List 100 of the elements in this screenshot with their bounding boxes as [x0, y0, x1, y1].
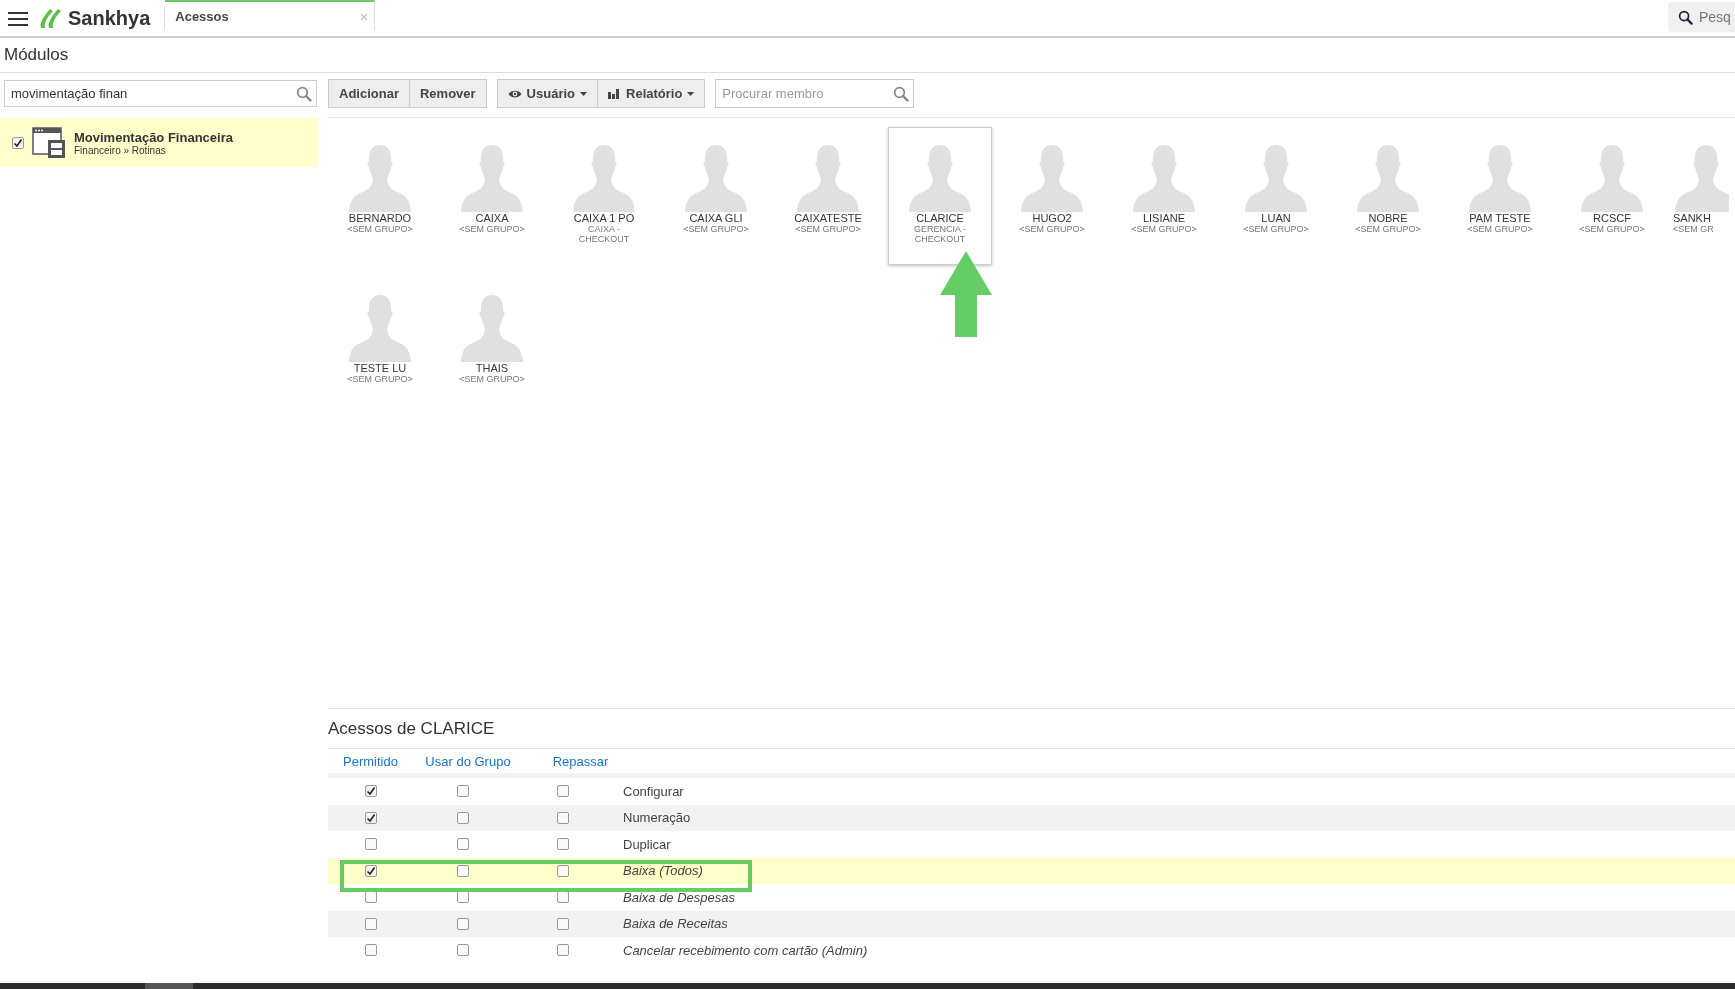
member-card[interactable]: SANKH <SEM GR	[1672, 127, 1732, 265]
avatar-icon	[347, 292, 413, 362]
checkbox[interactable]	[364, 864, 377, 877]
avatar-icon	[683, 142, 749, 212]
checkbox[interactable]	[457, 838, 469, 851]
member-search-field[interactable]: Procurar membro	[715, 79, 915, 108]
member-name: BERNARDO	[348, 212, 412, 224]
member-name: HUGO2	[1032, 212, 1072, 224]
checkbox[interactable]	[457, 917, 469, 930]
member-card[interactable]: HUGO2 <SEM GRUPO>	[1000, 127, 1104, 265]
member-card[interactable]: LISIANE <SEM GRUPO>	[1112, 127, 1216, 265]
member-name: LISIANE	[1142, 212, 1186, 224]
toolbar-button[interactable]: Adicionar	[328, 79, 410, 108]
avatar-icon	[907, 142, 973, 212]
search-icon	[893, 85, 910, 102]
member-card[interactable]: RCSCF <SEM GRUPO>	[1560, 127, 1664, 265]
member-card[interactable]: CAIXA GLI <SEM GRUPO>	[664, 127, 768, 265]
search-icon	[296, 85, 312, 102]
member-group: <SEM GRUPO>	[459, 224, 525, 234]
column-header[interactable]: Repassar	[523, 753, 638, 769]
checkbox[interactable]	[557, 917, 569, 930]
checkbox[interactable]	[557, 864, 569, 877]
checkbox[interactable]	[12, 136, 24, 149]
access-label: Cancelar recebimento com cartão (Admin)	[622, 942, 869, 958]
search-field[interactable]: Pesq	[1668, 2, 1735, 32]
member-group: GERENCIA - CHECKOUT	[898, 224, 982, 244]
member-name: RCSCF	[1593, 212, 1631, 224]
checkbox[interactable]	[457, 811, 469, 824]
member-card[interactable]: THAIS <SEM GRUPO>	[440, 277, 544, 415]
checkbox[interactable]	[557, 811, 569, 824]
member-name: CAIXATESTE	[794, 212, 862, 224]
access-label: Baixa de Despesas	[622, 889, 736, 905]
avatar-icon	[1243, 142, 1309, 212]
avatar-icon	[459, 292, 525, 362]
column-header[interactable]: Usar do Grupo	[413, 753, 523, 769]
member-group: CAIXA - CHECKOUT	[562, 224, 646, 244]
member-card[interactable]: BERNARDO <SEM GRUPO>	[328, 127, 432, 265]
dropdown-button[interactable]: Relatório	[598, 79, 706, 108]
module-name: Movimentação Financeira	[74, 129, 233, 145]
module-item[interactable]: Movimentação Financeira Financeiro » Rotinas	[0, 118, 318, 167]
access-row[interactable]: Baixa de Receitas	[328, 910, 1735, 937]
member-group: <SEM GRUPO>	[1019, 224, 1085, 234]
caret-icon	[580, 91, 587, 96]
member-card[interactable]: CLARICE GERENCIA - CHECKOUT	[888, 127, 992, 265]
access-label: Baixa de Receitas	[622, 916, 729, 932]
member-name: LUAN	[1261, 212, 1291, 224]
checkbox[interactable]	[364, 838, 377, 851]
access-label: Numeração	[622, 810, 692, 826]
member-group: <SEM GRUPO>	[1243, 224, 1309, 234]
search-icon	[1678, 8, 1693, 26]
column-header[interactable]: Permitido	[328, 753, 413, 769]
checkbox[interactable]	[364, 811, 377, 824]
member-card[interactable]: LUAN <SEM GRUPO>	[1224, 127, 1328, 265]
checkbox[interactable]	[457, 864, 469, 877]
module-search-field[interactable]: movimentação finan	[4, 80, 317, 107]
toolbar-button[interactable]: Remover	[409, 79, 487, 108]
member-group: <SEM GRUPO>	[683, 224, 749, 234]
member-name: CAIXA 1 PO	[573, 212, 635, 224]
logo-icon	[38, 6, 64, 30]
avatar-icon	[1355, 142, 1421, 212]
member-group: <SEM GRUPO>	[347, 374, 413, 384]
caret-icon	[687, 91, 695, 96]
dropdown-button[interactable]: Usuário	[496, 79, 598, 108]
avatar-icon	[1467, 142, 1533, 212]
access-row[interactable]: Numeração	[328, 804, 1735, 831]
avatar-icon	[459, 142, 525, 212]
member-group: <SEM GRUPO>	[347, 224, 413, 234]
checkbox[interactable]	[557, 838, 569, 851]
checkbox[interactable]	[557, 785, 569, 798]
tab[interactable]: Acessos ×	[165, 0, 376, 30]
member-card[interactable]: TESTE LU <SEM GRUPO>	[328, 277, 432, 415]
member-name: NOBRE	[1368, 212, 1408, 224]
avatar-icon	[1673, 142, 1729, 212]
member-name: TESTE LU	[353, 362, 407, 374]
checkbox[interactable]	[364, 785, 377, 798]
checkbox[interactable]	[557, 944, 569, 957]
member-card[interactable]: NOBRE <SEM GRUPO>	[1336, 127, 1440, 265]
search-field[interactable]: Pesq	[1699, 9, 1735, 25]
checkbox[interactable]	[457, 944, 469, 957]
avatar-icon	[1579, 142, 1645, 212]
member-card[interactable]: PAM TESTE <SEM GRUPO>	[1448, 127, 1552, 265]
member-group: <SEM GRUPO>	[795, 224, 861, 234]
avatar-icon	[1019, 142, 1085, 212]
member-name: THAIS	[475, 362, 509, 374]
member-card[interactable]: CAIXATESTE <SEM GRUPO>	[776, 127, 880, 265]
checkbox[interactable]	[364, 944, 377, 957]
avatar-icon	[571, 142, 637, 212]
member-card[interactable]: CAIXA 1 PO CAIXA - CHECKOUT	[552, 127, 656, 265]
logo-text: Sankhya	[68, 6, 151, 30]
access-label: Baixa (Todos)	[622, 863, 704, 879]
checkbox[interactable]	[364, 917, 377, 930]
module-path: Financeiro » Rotinas	[74, 144, 167, 156]
checkbox[interactable]	[457, 785, 469, 798]
member-name: SANKH	[1673, 212, 1711, 224]
access-label: Duplicar	[622, 836, 672, 852]
eye-icon	[507, 88, 522, 99]
menu-icon[interactable]	[8, 11, 28, 27]
member-card[interactable]: CAIXA <SEM GRUPO>	[440, 127, 544, 265]
avatar-icon	[795, 142, 861, 212]
avatar-icon	[347, 142, 413, 212]
